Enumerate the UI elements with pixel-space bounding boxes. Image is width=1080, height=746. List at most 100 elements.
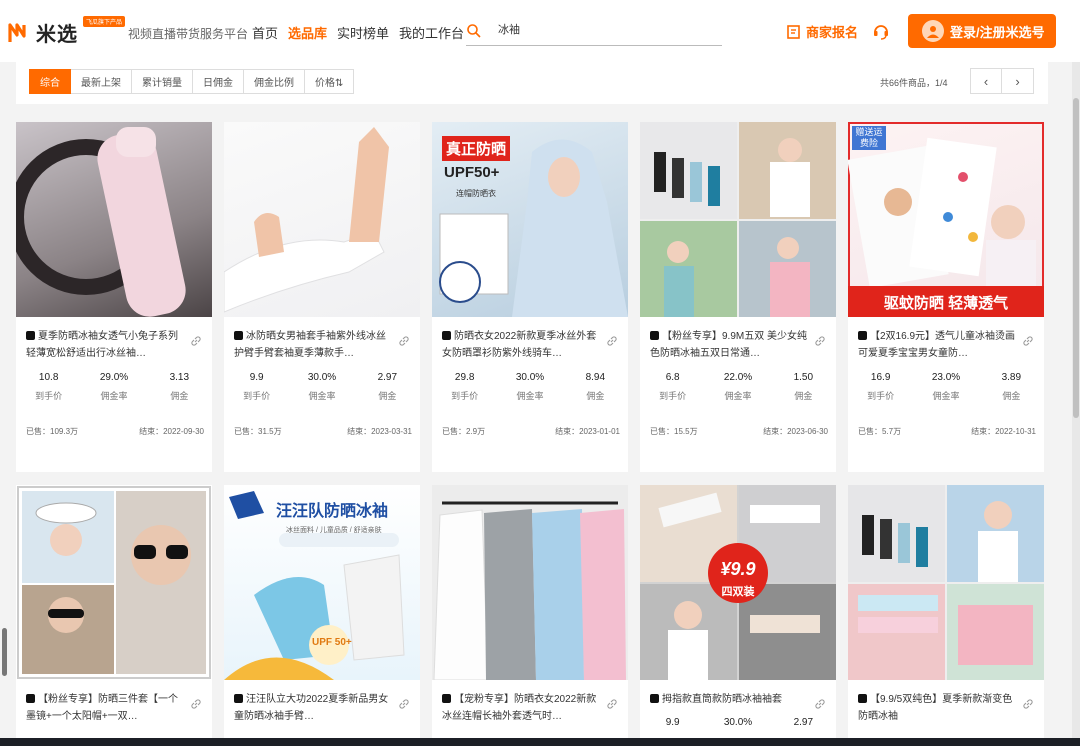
- end-date: 结束：2023-01-01: [555, 427, 620, 436]
- product-image-paw-patrol[interactable]: 汪汪队防晒冰袖 冰丝面料 / 儿童品质 / 舒适亲肤 UPF 50+: [224, 485, 420, 680]
- douyin-icon: [858, 694, 867, 703]
- price-value: 16.9: [870, 372, 891, 383]
- product-image-five-pairs-collage[interactable]: [640, 122, 836, 317]
- user-icon: [927, 26, 939, 38]
- pack-badge: 四双装: [721, 586, 755, 598]
- logo[interactable]: 米选 飞瓜旗下产品: [8, 16, 126, 47]
- douyin-icon: [234, 694, 243, 703]
- product-title[interactable]: 夏季防晒冰袖女透气小兔子系列轻薄宽松舒适出行冰丝袖…: [26, 328, 186, 362]
- sold-count: 已售：109.3万: [26, 427, 79, 436]
- product-card[interactable]: 赠送运费险 驱蚊防晒 轻薄透气 【2双16.9元】透气儿童冰袖烫画可爱夏季宝宝男…: [848, 122, 1044, 472]
- price-label: 到手价: [867, 391, 895, 401]
- product-subtitle: 连帽防晒衣: [456, 189, 496, 198]
- result-count: 共66件商品，1/4: [880, 78, 948, 88]
- product-stats: 9.9 30.0% 2.97: [640, 717, 836, 728]
- slogan: 视频直播带货服务平台: [128, 27, 249, 41]
- commission-label: 佣金: [1002, 391, 1021, 401]
- tab-daily-commission[interactable]: 日佣金: [193, 69, 244, 94]
- sold-count: 已售：5.7万: [858, 427, 902, 436]
- link-icon[interactable]: [1022, 698, 1034, 710]
- product-card[interactable]: 冰防晒女男袖套手袖紫外线冰丝护臂手臂套袖夏季薄款手… 9.9 到手价 30.0% 佣…: [224, 122, 420, 472]
- product-card[interactable]: ¥9.9 四双装 拇指款直筒款防晒冰袖袖套 9.9 30.0% 2.97: [640, 485, 836, 746]
- sold-count: 已售：2.9万: [442, 427, 486, 436]
- product-title[interactable]: 【9.9/5双纯色】夏季新款渐变色防晒冰袖: [858, 691, 1018, 725]
- product-title[interactable]: 【宠粉专享】防晒衣女2022新款冰丝连帽长袖外套透气时…: [442, 691, 602, 725]
- link-icon[interactable]: [190, 335, 202, 347]
- link-icon[interactable]: [814, 335, 826, 347]
- sort-tabs: 综合 最新上架 累计销量 日佣金 佣金比例 价格⇅: [29, 69, 355, 94]
- product-card[interactable]: 【粉丝专享】防晒三件套【一个墨镜+一个太阳帽+一双…: [16, 485, 212, 746]
- tab-commission-ratio[interactable]: 佣金比例: [244, 69, 305, 94]
- product-image-sun-hoodie[interactable]: 真正防晒 UPF50+ 连帽防晒衣: [432, 122, 628, 317]
- link-icon[interactable]: [190, 698, 202, 710]
- tab-newest[interactable]: 最新上架: [71, 69, 132, 94]
- price-value: 10.8: [38, 372, 59, 383]
- nav-realtime-rank[interactable]: 实时榜单: [337, 23, 389, 42]
- link-icon[interactable]: [398, 698, 410, 710]
- product-subtitle: 冰丝面料 / 儿童品质 / 舒适亲肤: [286, 527, 382, 534]
- commission-rate-value: 30.0%: [515, 372, 545, 383]
- headset-icon[interactable]: [872, 22, 890, 40]
- tab-price[interactable]: 价格⇅: [305, 69, 355, 94]
- end-date: 结束：2022-10-31: [971, 427, 1036, 436]
- next-page-button[interactable]: ›: [1002, 68, 1034, 94]
- search-bar: [466, 20, 722, 46]
- upf-label: UPF50+: [444, 164, 500, 181]
- commission-rate-value: 30.0%: [723, 717, 753, 728]
- nav-home[interactable]: 首页: [252, 23, 278, 42]
- product-card[interactable]: 【宠粉专享】防晒衣女2022新款冰丝连帽长袖外套透气时…: [432, 485, 628, 746]
- product-card[interactable]: 汪汪队防晒冰袖 冰丝面料 / 儿童品质 / 舒适亲肤 UPF 50+ 汪汪队立大…: [224, 485, 420, 746]
- scrollbar-thumb[interactable]: [1073, 98, 1079, 418]
- link-icon[interactable]: [814, 698, 826, 710]
- search-input[interactable]: [498, 23, 708, 35]
- product-image-hoodie-rack[interactable]: [432, 485, 628, 680]
- price-label: 到手价: [451, 391, 479, 401]
- product-image-arm-sleeve-car[interactable]: [16, 122, 212, 317]
- product-stats: 6.8 到手价 22.0% 佣金率 1.50 佣金: [640, 372, 836, 402]
- douyin-icon: [26, 331, 35, 340]
- commission-value: 3.89: [1001, 372, 1022, 383]
- login-register-button[interactable]: 登录/注册米选号: [908, 14, 1056, 48]
- product-image-gradient-collage[interactable]: [848, 485, 1044, 680]
- merchant-signup-button[interactable]: 商家报名: [786, 22, 858, 41]
- prev-page-button[interactable]: ‹: [970, 68, 1002, 94]
- tab-comprehensive[interactable]: 综合: [29, 69, 71, 94]
- search-icon[interactable]: [466, 23, 482, 39]
- sold-count: 已售：31.5万: [234, 427, 282, 436]
- product-card[interactable]: 【9.9/5双纯色】夏季新款渐变色防晒冰袖: [848, 485, 1044, 746]
- product-card[interactable]: 夏季防晒冰袖女透气小兔子系列轻薄宽松舒适出行冰丝袖… 10.8 到手价 29.0%…: [16, 122, 212, 472]
- nav-workbench[interactable]: 我的工作台: [399, 23, 464, 42]
- product-image-white-sleeve[interactable]: [224, 122, 420, 317]
- product-photo: [17, 486, 211, 679]
- price-value: 29.8: [454, 372, 475, 383]
- product-card[interactable]: 【粉丝专享】9.9M五双 美少女纯色防晒冰袖五双日常通… 6.8 到手价 22.0…: [640, 122, 836, 472]
- link-icon[interactable]: [398, 335, 410, 347]
- product-title[interactable]: 汪汪队立大功2022夏季新品男女童防晒冰袖手臂…: [234, 691, 394, 725]
- douyin-icon: [858, 331, 867, 340]
- product-photo: [433, 501, 626, 680]
- product-image-four-pairs[interactable]: ¥9.9 四双装: [640, 485, 836, 680]
- tab-total-sales[interactable]: 累计销量: [132, 69, 193, 94]
- link-icon[interactable]: [1022, 335, 1034, 347]
- nav-product-library[interactable]: 选品库: [288, 23, 327, 42]
- product-title[interactable]: 【粉丝专享】9.9M五双 美少女纯色防晒冰袖五双日常通…: [650, 328, 810, 362]
- product-title[interactable]: 【粉丝专享】防晒三件套【一个墨镜+一个太阳帽+一双…: [26, 691, 186, 725]
- product-title[interactable]: 防晒衣女2022新款夏季冰丝外套女防晒罩衫防紫外线骑车…: [442, 328, 602, 362]
- link-icon[interactable]: [606, 335, 618, 347]
- price-value: 9.9: [249, 372, 264, 383]
- product-banner: 真正防晒: [442, 136, 511, 161]
- product-title[interactable]: 【2双16.9元】透气儿童冰袖烫画可爱夏季宝宝男女童防…: [858, 328, 1018, 362]
- end-date: 结束：2022-09-30: [139, 427, 204, 436]
- link-icon[interactable]: [606, 698, 618, 710]
- price-label: 到手价: [35, 391, 63, 401]
- product-image-kids-sleeves[interactable]: 赠送运费险 驱蚊防晒 轻薄透气: [848, 122, 1044, 317]
- side-drag-handle[interactable]: [2, 628, 7, 676]
- filter-bar: 综合 最新上架 累计销量 日佣金 佣金比例 价格⇅ 共66件商品，1/4 ‹ ›: [16, 62, 1048, 104]
- product-image-three-piece-collage[interactable]: [16, 485, 212, 680]
- product-photo: [16, 127, 186, 317]
- product-stats: 10.8 到手价 29.0% 佣金率 3.13 佣金: [16, 372, 212, 402]
- product-title[interactable]: 冰防晒女男袖套手袖紫外线冰丝护臂手臂套袖夏季薄款手…: [234, 328, 394, 362]
- douyin-icon: [26, 694, 35, 703]
- product-card[interactable]: 真正防晒 UPF50+ 连帽防晒衣 防晒衣女2022新款夏季冰丝外套女防晒罩衫防…: [432, 122, 628, 472]
- end-date: 结束：2023-06-30: [763, 427, 828, 436]
